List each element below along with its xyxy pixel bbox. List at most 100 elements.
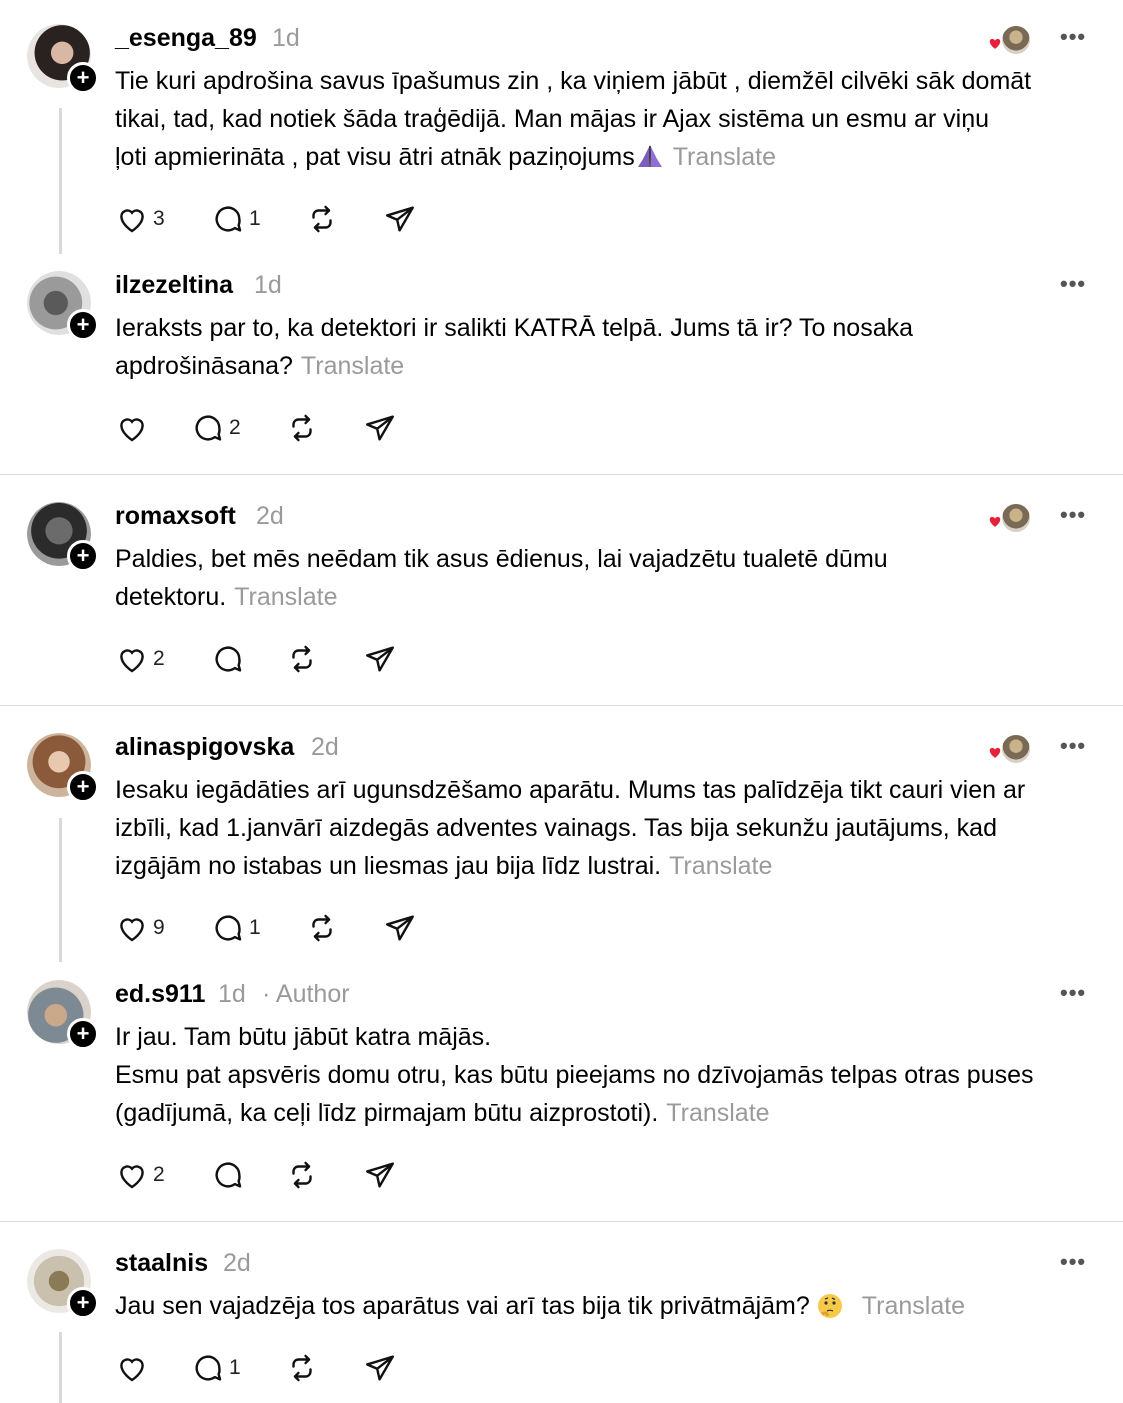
repost-button[interactable] xyxy=(285,411,319,445)
post-text: Ieraksts par to, ka detektori ir salikti… xyxy=(115,309,1095,385)
share-button[interactable] xyxy=(383,202,417,236)
heart-icon xyxy=(120,418,144,442)
translate-link[interactable]: Translate xyxy=(666,1099,769,1127)
share-icon xyxy=(366,1355,394,1381)
reply-button[interactable]: 2 xyxy=(191,411,241,445)
heart-icon xyxy=(120,1358,144,1382)
timestamp[interactable]: 2d xyxy=(256,502,284,531)
text-line: Ir jau. Tam būtu jābūt katra mājās. xyxy=(115,1023,492,1051)
timestamp[interactable]: 2d xyxy=(223,1249,251,1278)
follow-plus-icon[interactable]: + xyxy=(67,1018,99,1050)
text-line: izgājām no istabas un liesmas jau bija l… xyxy=(115,852,662,880)
praying-hands-emoji-icon xyxy=(637,145,662,167)
repost-icon xyxy=(312,914,332,942)
post-text: Ir jau. Tam būtu jābūt katra mājās. Esmu… xyxy=(115,1018,1095,1132)
like-count: 3 xyxy=(153,207,165,230)
translate-link[interactable]: Translate xyxy=(301,352,404,380)
like-button[interactable]: 2 xyxy=(115,1158,165,1192)
like-button[interactable] xyxy=(115,411,153,445)
heart-icon xyxy=(120,918,144,942)
translate-link[interactable]: Translate xyxy=(862,1292,965,1320)
reply-button[interactable] xyxy=(211,1158,249,1192)
author-tag: · Author xyxy=(262,980,350,1008)
post-text: Iesaku iegādāties arī ugunsdzēšamo aparā… xyxy=(115,771,1095,885)
like-button[interactable]: 3 xyxy=(115,202,165,236)
heart-icon xyxy=(988,515,1002,529)
timestamp[interactable]: 1d xyxy=(218,980,246,1009)
divider xyxy=(0,705,1123,706)
like-button[interactable]: 9 xyxy=(115,911,165,945)
repost-button[interactable] xyxy=(285,642,319,676)
text-line: Esmu pat apsvēris domu otru, kas būtu pi… xyxy=(115,1061,1034,1089)
text-line: Ieraksts par to, ka detektori ir salikti… xyxy=(115,314,914,342)
text-line: apdrošināsana? xyxy=(115,352,293,380)
heart-icon xyxy=(120,649,144,673)
timestamp[interactable]: 1d xyxy=(272,24,300,53)
more-icon[interactable]: ••• xyxy=(1060,271,1086,297)
repost-button[interactable] xyxy=(305,202,339,236)
share-icon xyxy=(366,1162,394,1188)
repost-icon xyxy=(292,645,312,673)
follow-plus-icon[interactable]: + xyxy=(67,62,99,94)
translate-link[interactable]: Translate xyxy=(669,852,772,880)
more-icon[interactable]: ••• xyxy=(1060,502,1086,528)
repost-button[interactable] xyxy=(285,1158,319,1192)
username[interactable]: _esenga_89 xyxy=(115,24,257,53)
timestamp[interactable]: 2d xyxy=(311,733,339,762)
text-line: (gadījumā, ka ceļi līdz pirmajam būtu ai… xyxy=(115,1099,659,1127)
thread-line xyxy=(59,108,62,254)
text-line: Paldies, bet mēs neēdam tik asus ēdienus… xyxy=(115,545,888,573)
follow-plus-icon[interactable]: + xyxy=(67,771,99,803)
translate-link[interactable]: Translate xyxy=(234,583,337,611)
reply-button[interactable]: 1 xyxy=(191,1351,241,1385)
comment-icon xyxy=(215,915,242,941)
username[interactable]: ilzezeltina xyxy=(115,271,233,300)
more-icon[interactable]: ••• xyxy=(1060,980,1086,1006)
username[interactable]: ed.s911 xyxy=(115,980,205,1009)
like-count: 2 xyxy=(153,647,165,670)
divider xyxy=(0,474,1123,475)
more-icon[interactable]: ••• xyxy=(1060,733,1086,759)
more-icon[interactable]: ••• xyxy=(1060,24,1086,50)
repost-icon xyxy=(292,414,312,442)
username[interactable]: staalnis xyxy=(115,1249,208,1278)
reply-count: 2 xyxy=(229,416,241,439)
post-text: Tie kuri apdrošina savus īpašumus zin , … xyxy=(115,62,1095,176)
like-count: 9 xyxy=(153,916,165,939)
username[interactable]: romaxsoft xyxy=(115,502,236,531)
share-button[interactable] xyxy=(363,1351,397,1385)
text-line: izbīli, kad 1.janvārī aizdegās adventes … xyxy=(115,814,997,842)
repost-button[interactable] xyxy=(305,911,339,945)
reply-button[interactable]: 1 xyxy=(211,202,261,236)
repost-icon xyxy=(312,205,332,233)
username[interactable]: alinaspigovska xyxy=(115,733,294,762)
follow-plus-icon[interactable]: + xyxy=(67,1287,99,1319)
liked-by-author-indicator xyxy=(986,502,1032,534)
timestamp[interactable]: 1d xyxy=(254,271,282,300)
reply-button[interactable] xyxy=(211,642,249,676)
share-button[interactable] xyxy=(363,411,397,445)
follow-plus-icon[interactable]: + xyxy=(67,540,99,572)
reply-button[interactable]: 1 xyxy=(211,911,261,945)
share-button[interactable] xyxy=(363,642,397,676)
more-icon[interactable]: ••• xyxy=(1060,1249,1086,1275)
comment-icon xyxy=(215,646,242,672)
liked-by-author-indicator xyxy=(986,24,1032,56)
like-button[interactable] xyxy=(115,1351,153,1385)
repost-button[interactable] xyxy=(285,1351,319,1385)
share-button[interactable] xyxy=(383,911,417,945)
text-line: Iesaku iegādāties arī ugunsdzēšamo aparā… xyxy=(115,776,1026,804)
comment-icon xyxy=(195,1355,222,1381)
share-button[interactable] xyxy=(363,1158,397,1192)
thread-line xyxy=(59,818,62,962)
like-button[interactable]: 2 xyxy=(115,642,165,676)
share-icon xyxy=(386,206,414,232)
follow-plus-icon[interactable]: + xyxy=(67,309,99,341)
translate-link[interactable]: Translate xyxy=(673,143,776,171)
text-line: tikai, tad, kad notiek šāda traģēdijā. M… xyxy=(115,105,990,133)
author-avatar xyxy=(1000,733,1032,765)
comment-icon xyxy=(195,415,222,441)
text-line: ļoti apmierināta , pat visu ātri atnāk p… xyxy=(115,143,635,171)
reply-count: 1 xyxy=(229,1356,241,1379)
repost-icon xyxy=(292,1161,312,1189)
